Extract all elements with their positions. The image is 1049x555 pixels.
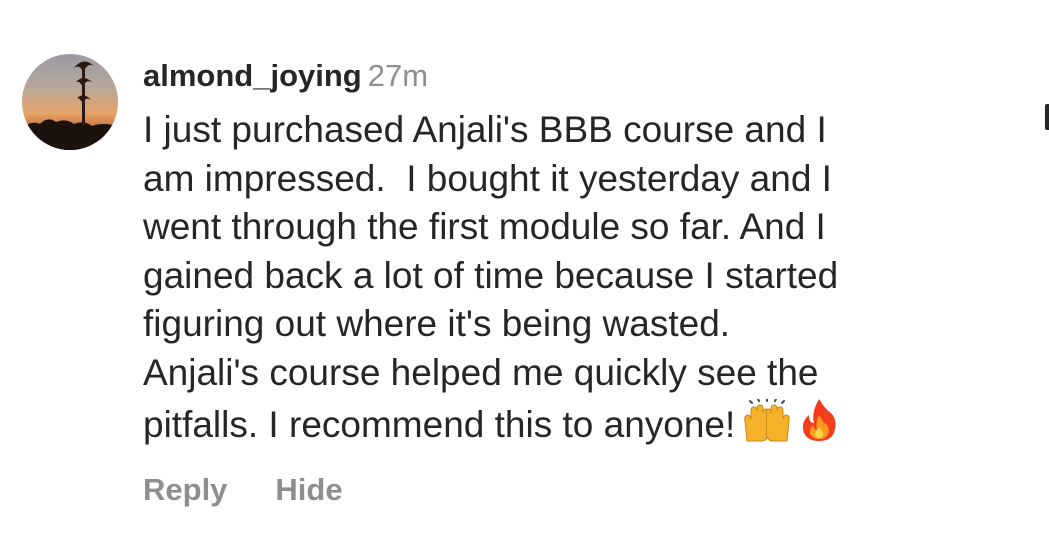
comment-line: am impressed. I bought it yesterday and … xyxy=(143,157,832,199)
scroll-edge-marker xyxy=(1045,104,1049,130)
raising-hands-icon xyxy=(741,398,793,456)
avatar[interactable] xyxy=(22,54,118,150)
comment-body: almond_joying 27m I just purchased Anjali… xyxy=(143,56,1003,456)
username-link[interactable]: almond_joying xyxy=(143,58,362,93)
comment-actions: Reply Hide xyxy=(143,472,343,508)
comment-text: I just purchased Anjali's BBB course and… xyxy=(143,106,1003,456)
reply-button[interactable]: Reply xyxy=(143,472,227,507)
sunset-photo-icon xyxy=(22,54,118,150)
timestamp: 27m xyxy=(367,58,429,93)
comment-line: figuring out where it's being wasted. xyxy=(143,303,731,344)
comment-line: I just purchased Anjali's BBB course and… xyxy=(143,109,827,150)
comment-line: pitfalls. I recommend this to anyone! xyxy=(143,404,736,445)
fire-icon xyxy=(799,397,839,456)
comment-line: Anjali's course helped me quickly see th… xyxy=(143,351,819,393)
comment-line: went through the first module so far. An… xyxy=(143,206,826,247)
comment-line: gained back a lot of time because I star… xyxy=(143,254,839,296)
hide-button[interactable]: Hide xyxy=(275,472,342,507)
comment-item: almond_joying 27m I just purchased Anjali… xyxy=(0,0,1049,555)
comment-header: almond_joying 27m xyxy=(143,56,1003,98)
